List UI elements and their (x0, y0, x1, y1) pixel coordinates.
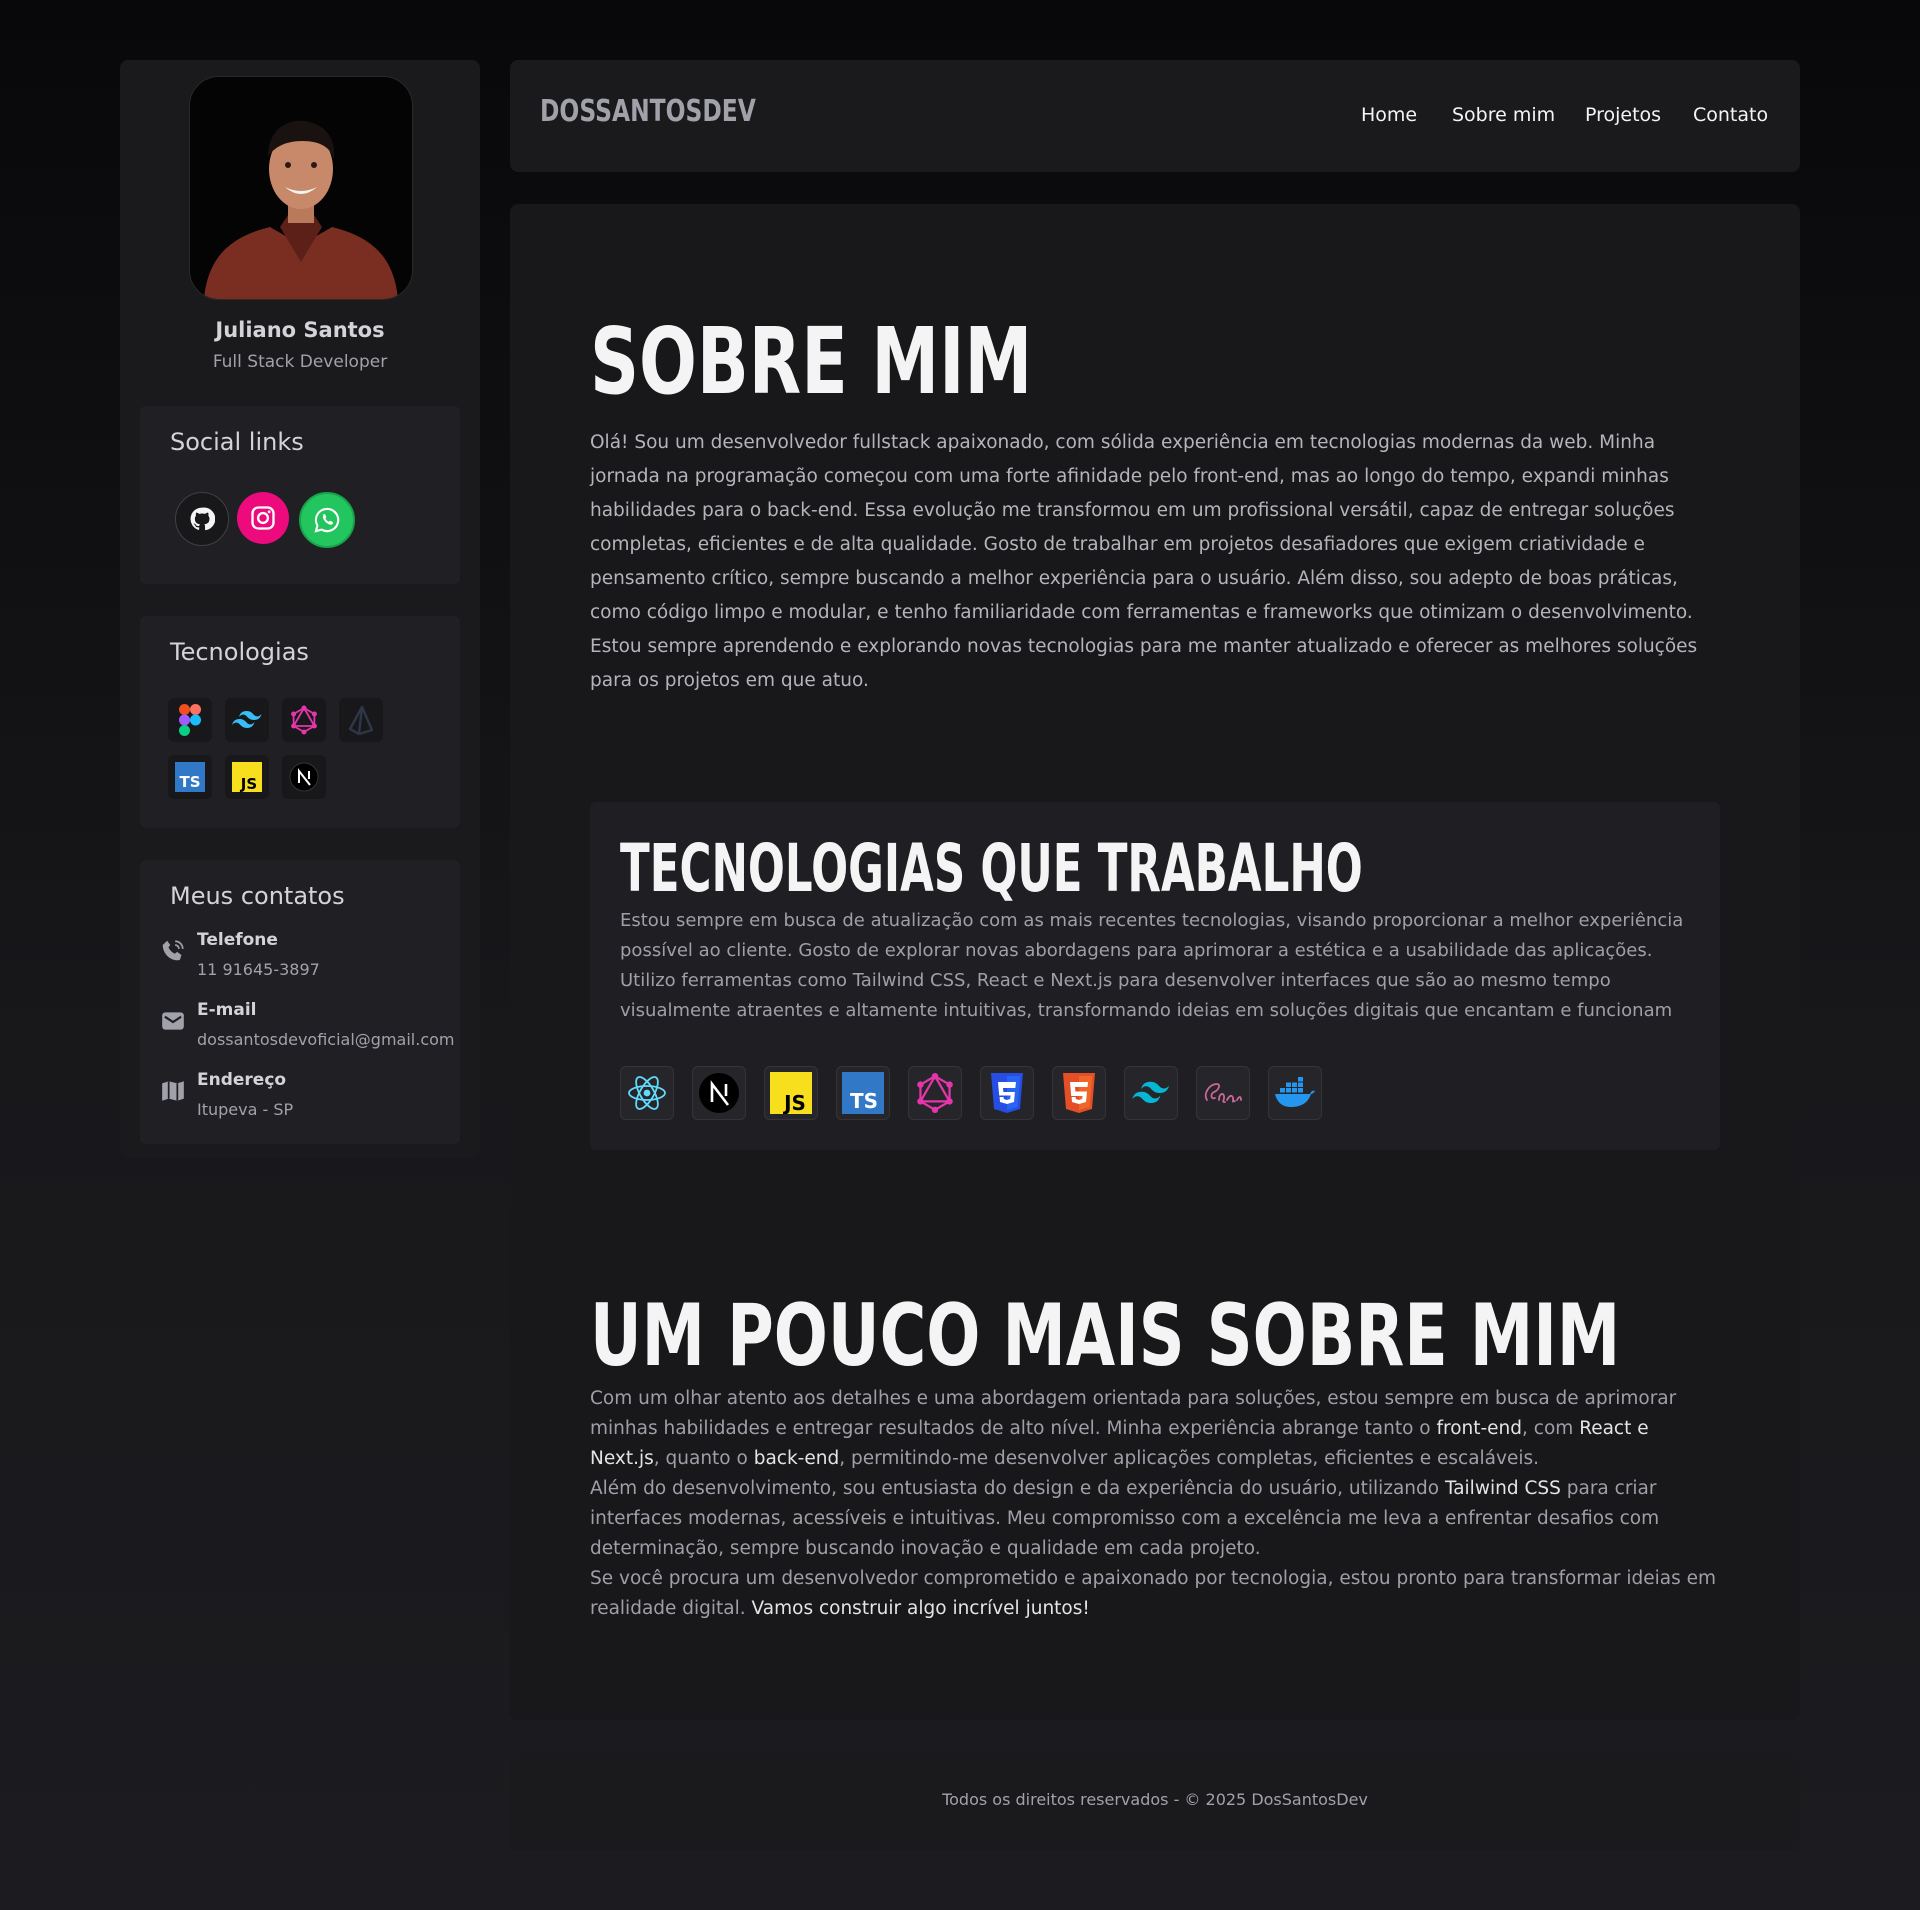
prisma-icon (339, 698, 383, 742)
technologies-card: Tecnologias TS JS (140, 616, 460, 828)
nextjs-icon (282, 755, 326, 799)
github-icon (190, 507, 215, 531)
react-icon (620, 1066, 674, 1120)
top-navbar: DOSSANTOSDEV Home Sobre mim Projetos Con… (510, 60, 1800, 172)
instagram-link[interactable] (237, 492, 289, 544)
typescript-icon: TS (168, 755, 212, 799)
technologies-title: Tecnologias (170, 638, 309, 666)
more-about-title: UM POUCO MAIS SOBRE MIM (590, 1286, 1621, 1386)
svg-text:TS: TS (179, 773, 200, 791)
css3-icon (980, 1066, 1034, 1120)
technologies-section: TECNOLOGIAS QUE TRABALHO Estou sempre em… (590, 802, 1720, 1150)
docker-icon (1268, 1066, 1322, 1120)
contacts-title: Meus contatos (170, 882, 345, 910)
profile-photo (190, 77, 412, 299)
svg-text:JS: JS (240, 775, 257, 792)
whatsapp-link[interactable] (299, 492, 355, 548)
more-about-paragraph-1: Com um olhar atento aos detalhes e uma a… (590, 1388, 1677, 1469)
sass-icon (1196, 1066, 1250, 1120)
technologies-description: Estou sempre em busca de atualização com… (620, 910, 1684, 1021)
address-label: Endereço (197, 1070, 287, 1090)
more-about-paragraph-3: Se você procura um desenvolvedor comprom… (590, 1568, 1717, 1619)
figma-icon (168, 698, 212, 742)
site-logo[interactable]: DOSSANTOSDEV (540, 94, 756, 129)
typescript-icon: TS (836, 1066, 890, 1120)
tailwind-icon (225, 698, 269, 742)
nav-contato[interactable]: Contato (1693, 104, 1768, 126)
contacts-card: Meus contatos Telefone 11 91645-3897 E-m… (140, 860, 460, 1144)
address-value: Itupeva - SP (197, 1100, 294, 1119)
avatar (189, 76, 413, 300)
copyright-text: Todos os direitos reservados - © 2025 Do… (942, 1790, 1368, 1809)
nextjs-icon (692, 1066, 746, 1120)
html5-icon (1052, 1066, 1106, 1120)
social-links-title: Social links (170, 428, 304, 456)
profile-sidebar: Juliano Santos Full Stack Developer Soci… (120, 60, 480, 1158)
nav-projetos[interactable]: Projetos (1585, 104, 1661, 126)
nav-home[interactable]: Home (1361, 104, 1417, 126)
phone-value[interactable]: 11 91645-3897 (197, 960, 320, 979)
footer: Todos os direitos reservados - © 2025 Do… (510, 1752, 1800, 1850)
profile-name: Juliano Santos (215, 318, 385, 342)
graphql-icon (282, 698, 326, 742)
javascript-icon: JS (225, 755, 269, 799)
graphql-icon (908, 1066, 962, 1120)
map-icon (162, 1081, 184, 1101)
nav-sobre-mim[interactable]: Sobre mim (1452, 104, 1555, 126)
about-title: SOBRE MIM (590, 308, 1033, 415)
instagram-icon (251, 506, 275, 530)
email-value[interactable]: dossantosdevoficial@gmail.com (197, 1030, 454, 1049)
main-content: SOBRE MIM Olá! Sou um desenvolvedor full… (510, 204, 1800, 1720)
technologies-section-title: TECNOLOGIAS QUE TRABALHO (620, 830, 1363, 907)
svg-text:TS: TS (850, 1089, 878, 1113)
more-about-paragraph-2: Além do desenvolvimento, sou entusiasta … (590, 1478, 1660, 1559)
tailwind-icon (1124, 1066, 1178, 1120)
mail-icon (162, 1012, 184, 1030)
email-label: E-mail (197, 1000, 257, 1020)
whatsapp-icon (314, 507, 340, 533)
github-link[interactable] (175, 492, 229, 546)
more-about-text: Com um olhar atento aos detalhes e uma a… (590, 1384, 1720, 1624)
profile-role: Full Stack Developer (212, 352, 388, 372)
javascript-icon: JS (764, 1066, 818, 1120)
phone-label: Telefone (197, 930, 278, 950)
svg-text:JS: JS (782, 1091, 806, 1114)
social-links-card: Social links (140, 406, 460, 584)
about-paragraph: Olá! Sou um desenvolvedor fullstack apai… (590, 432, 1698, 691)
phone-icon (162, 940, 184, 961)
